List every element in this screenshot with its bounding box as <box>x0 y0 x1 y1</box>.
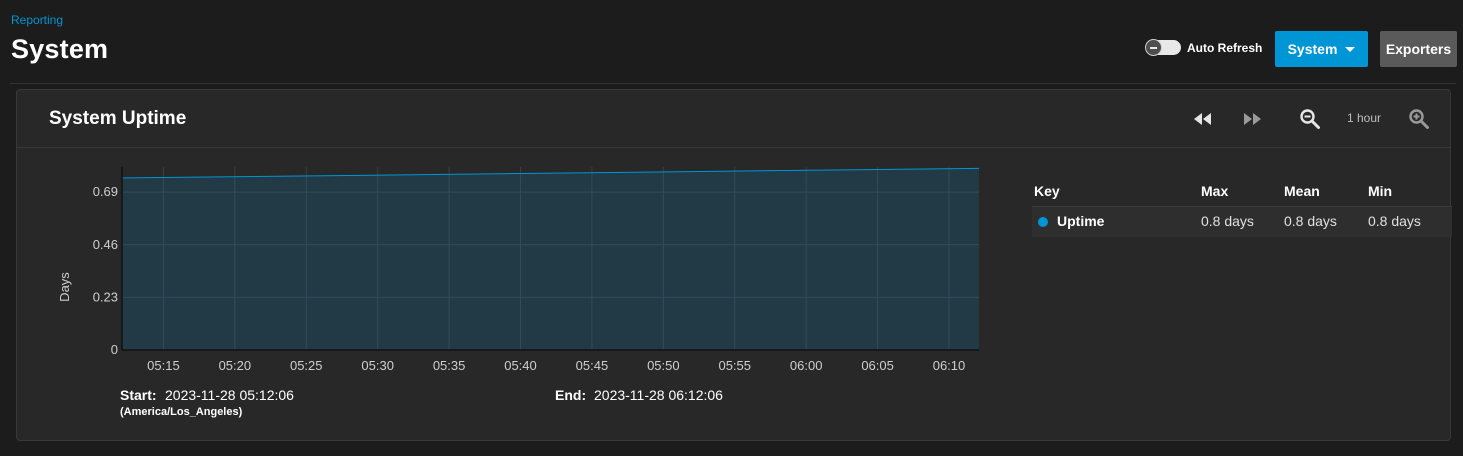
legend-max-value: 0.8 days <box>1201 213 1254 229</box>
legend-row-uptime: Uptime 0.8 days 0.8 days 0.8 days <box>1032 207 1452 237</box>
x-tick-label: 05:40 <box>504 358 537 373</box>
y-tick-label: 0 <box>111 342 118 357</box>
series-color-dot-icon <box>1038 217 1048 227</box>
card-header: System Uptime 1 hour <box>17 90 1450 148</box>
fast-forward-icon[interactable] <box>1240 108 1264 130</box>
end-label: End: <box>555 387 586 403</box>
system-dropdown-button[interactable]: System <box>1275 31 1368 67</box>
x-tick-label: 06:10 <box>933 358 966 373</box>
y-tick-label: 0.46 <box>93 237 118 252</box>
legend-series-name: Uptime <box>1057 213 1105 229</box>
x-tick-label: 05:35 <box>433 358 466 373</box>
system-button-label: System <box>1287 41 1338 57</box>
caret-down-icon <box>1345 46 1356 52</box>
legend-header-row: Key Max Mean Min <box>1032 180 1452 207</box>
x-tick-label: 05:50 <box>647 358 680 373</box>
x-tick-label: 05:45 <box>576 358 609 373</box>
x-tick-label: 05:20 <box>219 358 252 373</box>
timezone-label: (America/Los_Angeles) <box>120 406 243 418</box>
legend-header-key: Key <box>1034 183 1060 199</box>
uptime-area <box>122 168 979 350</box>
legend-header-min: Min <box>1368 183 1393 199</box>
uptime-chart: Days 0 0.23 0.46 0.69 05:15 05:20 05:25 05:30 0… <box>57 167 980 418</box>
auto-refresh-label: Auto Refresh <box>1187 40 1263 55</box>
x-tick-label: 06:05 <box>861 358 894 373</box>
page-title: System <box>11 34 109 64</box>
exporters-button[interactable]: Exporters <box>1380 31 1457 67</box>
rewind-icon[interactable] <box>1191 108 1215 130</box>
toggle-switch[interactable] <box>1145 39 1181 56</box>
exporters-button-label: Exporters <box>1385 41 1452 57</box>
legend-mean-value: 0.8 days <box>1284 213 1337 229</box>
zoom-in-icon[interactable] <box>1407 108 1431 130</box>
legend-table: Key Max Mean Min Uptime 0.8 days 0.8 day… <box>1032 180 1452 237</box>
x-tick-label: 05:25 <box>290 358 323 373</box>
start-label: Start: <box>120 387 157 403</box>
card-title: System Uptime <box>49 108 187 129</box>
x-tick-label: 05:55 <box>718 358 751 373</box>
legend-min-value: 0.8 days <box>1368 213 1421 229</box>
end-value: 2023-11-28 06:12:06 <box>594 387 723 403</box>
legend-header-max: Max <box>1201 183 1229 199</box>
system-uptime-card: System Uptime 1 hour Days 0 0.23 0.46 0.69 … <box>16 89 1452 441</box>
start-value: 2023-11-28 05:12:06 <box>165 387 294 403</box>
auto-refresh-toggle[interactable]: Auto Refresh <box>1145 39 1263 56</box>
y-tick-label: 0.69 <box>93 184 118 199</box>
zoom-out-icon[interactable] <box>1298 108 1322 130</box>
legend-header-mean: Mean <box>1284 183 1320 199</box>
x-tick-label: 05:30 <box>361 358 394 373</box>
header-divider <box>10 83 1456 84</box>
y-axis-label: Days <box>57 272 72 302</box>
zoom-level-label: 1 hour <box>1347 111 1382 125</box>
toggle-knob <box>1145 39 1162 56</box>
y-tick-label: 0.23 <box>93 289 118 304</box>
x-tick-label: 05:15 <box>147 358 180 373</box>
x-tick-label: 06:00 <box>790 358 823 373</box>
breadcrumb[interactable]: Reporting <box>11 13 63 27</box>
